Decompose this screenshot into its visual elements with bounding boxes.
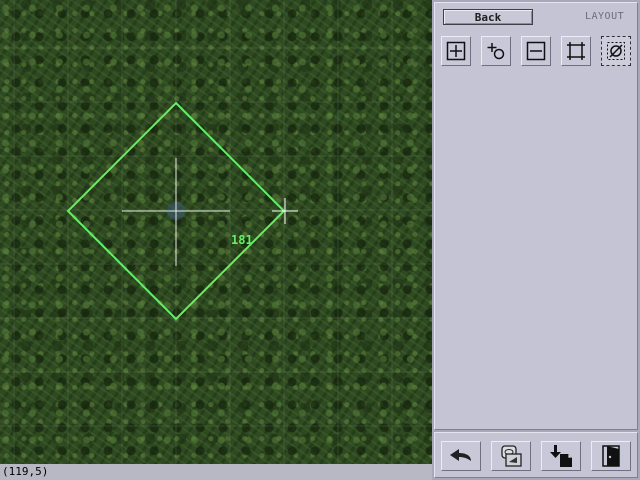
map-overlay: 181 <box>0 0 432 464</box>
door-exit-icon <box>602 445 620 467</box>
exit-button[interactable] <box>591 441 631 471</box>
remove-area-tool[interactable] <box>521 36 551 66</box>
undo-button[interactable] <box>441 441 481 471</box>
square-plus-icon <box>446 41 466 61</box>
undo-arrow-icon <box>450 449 471 461</box>
disk-save-icon <box>501 445 522 467</box>
point-plus-icon <box>487 43 505 60</box>
corners-icon <box>567 42 585 60</box>
grid-lines <box>0 0 432 464</box>
map-viewport[interactable]: 181 <box>0 0 432 464</box>
tool-panel: Back LAYOUT <box>432 0 640 480</box>
null-icon <box>607 42 625 60</box>
resize-tool[interactable] <box>561 36 591 66</box>
none-tool[interactable] <box>601 36 631 66</box>
square-minus-icon <box>526 41 546 61</box>
mode-label: LAYOUT <box>585 11 625 22</box>
selection-size-label: 181 <box>231 233 253 247</box>
add-point-tool[interactable] <box>481 36 511 66</box>
center-crosshair-icon <box>122 158 230 266</box>
download-page-icon <box>550 445 572 467</box>
add-area-tool[interactable] <box>441 36 471 66</box>
save-button[interactable] <box>491 441 531 471</box>
tool-panel-top: Back LAYOUT <box>434 2 638 430</box>
coordinate-readout: (119,5) <box>2 465 49 478</box>
import-button[interactable] <box>541 441 581 471</box>
status-bar: (119,5) <box>0 464 432 480</box>
back-button[interactable]: Back <box>443 9 533 25</box>
action-bar <box>434 432 638 478</box>
